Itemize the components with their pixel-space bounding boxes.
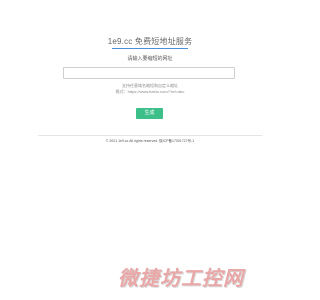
page-title: 1e9.cc 免费短地址服务 bbox=[107, 37, 193, 46]
footer: © 2021 1e9.cc All rights reserved. 陕ICP备… bbox=[0, 139, 300, 143]
watermark-logo: 微捷坊工控网 bbox=[118, 268, 244, 290]
hint-text: 支持任意域名缩短和自定义缩址 bbox=[122, 83, 178, 88]
beian-link[interactable]: 陕ICP备17001727号-1 bbox=[159, 139, 194, 143]
page: 1e9.cc 免费短地址服务 请输入要缩短的网址 支持任意域名缩短和自定义缩址 … bbox=[0, 0, 300, 300]
divider bbox=[38, 135, 262, 136]
generate-button[interactable]: 生成 bbox=[136, 108, 163, 119]
format-example: 格式：https://www.baidu.com/?ref=abc bbox=[115, 89, 185, 94]
title-underline bbox=[112, 48, 188, 49]
copyright-text: © 2021 1e9.cc All rights reserved. bbox=[105, 139, 159, 143]
input-prompt: 请输入要缩短的网址 bbox=[127, 56, 173, 62]
url-input[interactable] bbox=[63, 67, 235, 79]
